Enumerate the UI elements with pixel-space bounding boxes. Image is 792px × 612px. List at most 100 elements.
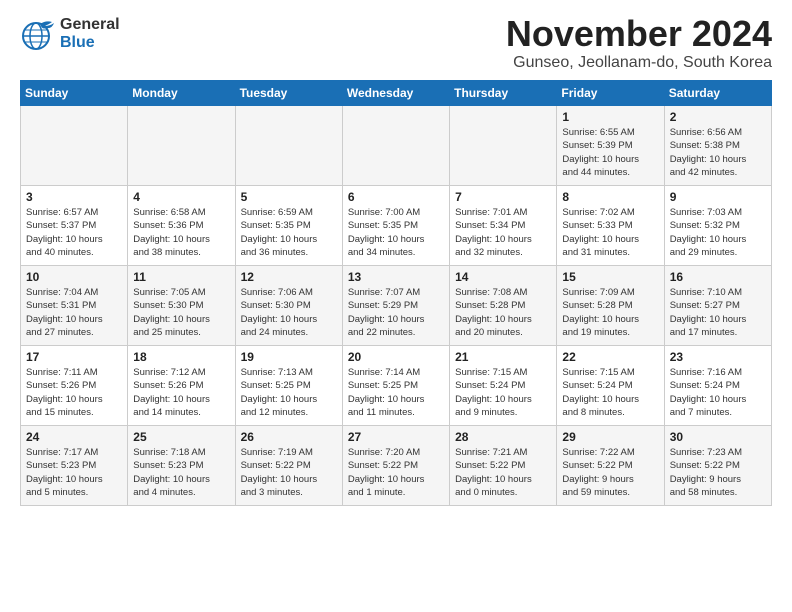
day-number: 13 <box>348 270 444 284</box>
weekday-header-wednesday: Wednesday <box>342 81 449 106</box>
day-number: 24 <box>26 430 122 444</box>
day-number: 28 <box>455 430 551 444</box>
calendar-cell: 18Sunrise: 7:12 AM Sunset: 5:26 PM Dayli… <box>128 346 235 426</box>
calendar-cell: 25 Sunrise: 7:18 AM Sunset: 5:23 PM Dayli… <box>128 426 235 506</box>
calendar-cell <box>342 106 449 186</box>
day-number: 30 <box>670 430 766 444</box>
calendar-cell: 22Sunrise: 7:15 AM Sunset: 5:24 PM Dayli… <box>557 346 664 426</box>
weekday-header-monday: Monday <box>128 81 235 106</box>
day-info: Sunrise: 7:17 AM Sunset: 5:23 PM Dayligh… <box>26 446 122 499</box>
logo: General Blue <box>20 16 120 52</box>
day-number: 8 <box>562 190 658 204</box>
day-number: 11 <box>133 270 229 284</box>
calendar-cell: 8 Sunrise: 7:02 AM Sunset: 5:33 PM Daylig… <box>557 186 664 266</box>
day-info: Sunrise: 7:06 AM Sunset: 5:30 PM Dayligh… <box>241 286 337 339</box>
calendar-cell: 15 Sunrise: 7:09 AM Sunset: 5:28 PM Dayli… <box>557 266 664 346</box>
day-number: 19 <box>241 350 337 364</box>
week-row-3: 10 Sunrise: 7:04 AM Sunset: 5:31 PM Dayli… <box>21 266 772 346</box>
day-info: Sunrise: 7:14 AM Sunset: 5:25 PM Dayligh… <box>348 366 444 419</box>
calendar-cell: 1Sunrise: 6:55 AM Sunset: 5:39 PM Daylig… <box>557 106 664 186</box>
day-number: 26 <box>241 430 337 444</box>
week-row-4: 17Sunrise: 7:11 AM Sunset: 5:26 PM Dayli… <box>21 346 772 426</box>
day-info: Sunrise: 7:23 AM Sunset: 5:22 PM Dayligh… <box>670 446 766 499</box>
weekday-header-saturday: Saturday <box>664 81 771 106</box>
day-number: 20 <box>348 350 444 364</box>
calendar-cell: 12 Sunrise: 7:06 AM Sunset: 5:30 PM Dayli… <box>235 266 342 346</box>
calendar-cell: 2 Sunrise: 6:56 AM Sunset: 5:38 PM Daylig… <box>664 106 771 186</box>
calendar-cell: 17Sunrise: 7:11 AM Sunset: 5:26 PM Dayli… <box>21 346 128 426</box>
logo-text: General Blue <box>60 16 120 51</box>
day-number: 25 <box>133 430 229 444</box>
day-number: 7 <box>455 190 551 204</box>
day-info: Sunrise: 7:02 AM Sunset: 5:33 PM Dayligh… <box>562 206 658 259</box>
calendar-cell: 9 Sunrise: 7:03 AM Sunset: 5:32 PM Daylig… <box>664 186 771 266</box>
day-number: 16 <box>670 270 766 284</box>
calendar-cell: 20 Sunrise: 7:14 AM Sunset: 5:25 PM Dayli… <box>342 346 449 426</box>
day-number: 2 <box>670 110 766 124</box>
day-number: 3 <box>26 190 122 204</box>
day-number: 15 <box>562 270 658 284</box>
day-info: Sunrise: 7:21 AM Sunset: 5:22 PM Dayligh… <box>455 446 551 499</box>
logo-icon <box>20 16 56 52</box>
day-number: 14 <box>455 270 551 284</box>
calendar-cell <box>235 106 342 186</box>
calendar-cell: 3 Sunrise: 6:57 AM Sunset: 5:37 PM Daylig… <box>21 186 128 266</box>
day-info: Sunrise: 6:58 AM Sunset: 5:36 PM Dayligh… <box>133 206 229 259</box>
calendar-cell: 23 Sunrise: 7:16 AM Sunset: 5:24 PM Dayli… <box>664 346 771 426</box>
day-info: Sunrise: 7:03 AM Sunset: 5:32 PM Dayligh… <box>670 206 766 259</box>
calendar-cell: 13 Sunrise: 7:07 AM Sunset: 5:29 PM Dayli… <box>342 266 449 346</box>
day-number: 4 <box>133 190 229 204</box>
day-info: Sunrise: 7:18 AM Sunset: 5:23 PM Dayligh… <box>133 446 229 499</box>
day-number: 1 <box>562 110 658 124</box>
calendar-cell: 27Sunrise: 7:20 AM Sunset: 5:22 PM Dayli… <box>342 426 449 506</box>
day-number: 23 <box>670 350 766 364</box>
calendar-cell: 11 Sunrise: 7:05 AM Sunset: 5:30 PM Dayli… <box>128 266 235 346</box>
month-title: November 2024 <box>506 16 772 52</box>
day-info: Sunrise: 7:01 AM Sunset: 5:34 PM Dayligh… <box>455 206 551 259</box>
day-number: 5 <box>241 190 337 204</box>
calendar-cell: 4 Sunrise: 6:58 AM Sunset: 5:36 PM Daylig… <box>128 186 235 266</box>
day-info: Sunrise: 7:07 AM Sunset: 5:29 PM Dayligh… <box>348 286 444 339</box>
weekday-header-sunday: Sunday <box>21 81 128 106</box>
day-number: 9 <box>670 190 766 204</box>
day-info: Sunrise: 6:57 AM Sunset: 5:37 PM Dayligh… <box>26 206 122 259</box>
calendar-cell: 24 Sunrise: 7:17 AM Sunset: 5:23 PM Dayli… <box>21 426 128 506</box>
day-info: Sunrise: 7:15 AM Sunset: 5:24 PM Dayligh… <box>455 366 551 419</box>
title-area: November 2024 Gunseo, Jeollanam-do, Sout… <box>506 16 772 72</box>
week-row-1: 1Sunrise: 6:55 AM Sunset: 5:39 PM Daylig… <box>21 106 772 186</box>
day-info: Sunrise: 7:13 AM Sunset: 5:25 PM Dayligh… <box>241 366 337 419</box>
calendar-cell: 10 Sunrise: 7:04 AM Sunset: 5:31 PM Dayli… <box>21 266 128 346</box>
week-row-5: 24 Sunrise: 7:17 AM Sunset: 5:23 PM Dayli… <box>21 426 772 506</box>
day-number: 29 <box>562 430 658 444</box>
calendar-cell <box>128 106 235 186</box>
calendar-cell: 30 Sunrise: 7:23 AM Sunset: 5:22 PM Dayli… <box>664 426 771 506</box>
day-info: Sunrise: 7:08 AM Sunset: 5:28 PM Dayligh… <box>455 286 551 339</box>
day-number: 18 <box>133 350 229 364</box>
day-number: 21 <box>455 350 551 364</box>
day-info: Sunrise: 7:15 AM Sunset: 5:24 PM Dayligh… <box>562 366 658 419</box>
day-info: Sunrise: 7:22 AM Sunset: 5:22 PM Dayligh… <box>562 446 658 499</box>
day-info: Sunrise: 6:56 AM Sunset: 5:38 PM Dayligh… <box>670 126 766 179</box>
day-info: Sunrise: 7:16 AM Sunset: 5:24 PM Dayligh… <box>670 366 766 419</box>
day-info: Sunrise: 7:10 AM Sunset: 5:27 PM Dayligh… <box>670 286 766 339</box>
week-row-2: 3 Sunrise: 6:57 AM Sunset: 5:37 PM Daylig… <box>21 186 772 266</box>
calendar-cell: 19 Sunrise: 7:13 AM Sunset: 5:25 PM Dayli… <box>235 346 342 426</box>
calendar-cell: 6 Sunrise: 7:00 AM Sunset: 5:35 PM Daylig… <box>342 186 449 266</box>
day-info: Sunrise: 7:19 AM Sunset: 5:22 PM Dayligh… <box>241 446 337 499</box>
day-number: 10 <box>26 270 122 284</box>
weekday-header-friday: Friday <box>557 81 664 106</box>
calendar-cell: 29 Sunrise: 7:22 AM Sunset: 5:22 PM Dayli… <box>557 426 664 506</box>
page-header: General Blue November 2024 Gunseo, Jeoll… <box>20 16 772 72</box>
day-info: Sunrise: 7:04 AM Sunset: 5:31 PM Dayligh… <box>26 286 122 339</box>
day-number: 12 <box>241 270 337 284</box>
day-info: Sunrise: 7:00 AM Sunset: 5:35 PM Dayligh… <box>348 206 444 259</box>
day-info: Sunrise: 6:59 AM Sunset: 5:35 PM Dayligh… <box>241 206 337 259</box>
calendar-cell: 7 Sunrise: 7:01 AM Sunset: 5:34 PM Daylig… <box>450 186 557 266</box>
day-info: Sunrise: 7:05 AM Sunset: 5:30 PM Dayligh… <box>133 286 229 339</box>
day-number: 6 <box>348 190 444 204</box>
weekday-header-thursday: Thursday <box>450 81 557 106</box>
weekday-header-tuesday: Tuesday <box>235 81 342 106</box>
weekday-header-row: SundayMondayTuesdayWednesdayThursdayFrid… <box>21 81 772 106</box>
calendar-cell: 16 Sunrise: 7:10 AM Sunset: 5:27 PM Dayli… <box>664 266 771 346</box>
day-info: Sunrise: 7:09 AM Sunset: 5:28 PM Dayligh… <box>562 286 658 339</box>
